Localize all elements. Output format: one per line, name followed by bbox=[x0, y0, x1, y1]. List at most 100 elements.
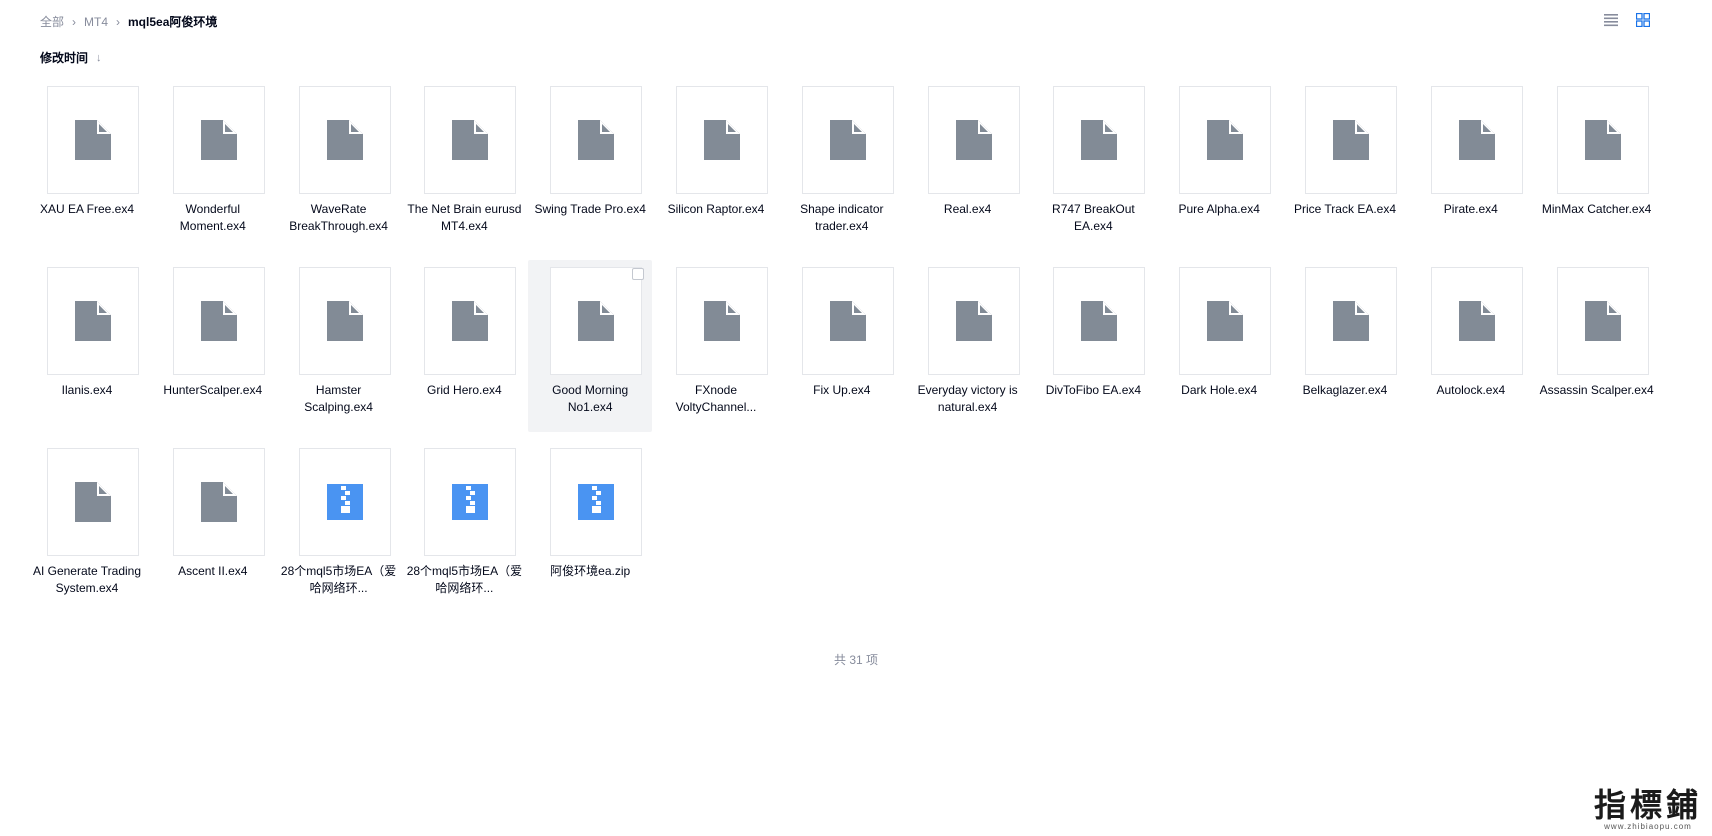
file-icon bbox=[75, 301, 111, 341]
file-name: AI Generate Trading System.ex4 bbox=[32, 564, 142, 595]
file-item[interactable]: Pure Alpha.ex4 bbox=[1157, 79, 1281, 251]
file-name: 28个mql5市场EA（爱哈网络环... bbox=[280, 564, 397, 595]
file-item[interactable]: 28个mql5市场EA（爱哈网络环... bbox=[402, 441, 526, 613]
file-icon bbox=[955, 301, 992, 341]
file-name: 阿俊环境ea.zip bbox=[550, 564, 631, 578]
file-item[interactable]: 28个mql5市场EA（爱哈网络环... bbox=[277, 441, 401, 613]
file-thumbnail bbox=[47, 448, 139, 556]
file-thumbnail bbox=[1305, 86, 1397, 194]
file-thumbnail bbox=[1053, 86, 1146, 194]
file-name: Pure Alpha.ex4 bbox=[1178, 202, 1260, 216]
file-thumbnail bbox=[298, 267, 391, 375]
file-thumbnail bbox=[1430, 267, 1523, 375]
file-icon bbox=[452, 120, 489, 160]
file-name: FXnode VoltyChannel... bbox=[675, 383, 757, 414]
watermark-logo: 指標鋪 www.zhibiaopu.com bbox=[1594, 788, 1702, 831]
file-item[interactable]: Belkaglazer.ex4 bbox=[1283, 260, 1407, 432]
file-item[interactable]: Ascent II.ex4 bbox=[151, 441, 275, 613]
file-item[interactable]: Swing Trade Pro.ex4 bbox=[528, 79, 652, 251]
file-item[interactable]: FXnode VoltyChannel... bbox=[654, 260, 778, 432]
file-name: XAU EA Free.ex4 bbox=[39, 202, 135, 216]
file-item[interactable]: AI Generate Trading System.ex4 bbox=[25, 441, 149, 613]
file-name: Assassin Scalper.ex4 bbox=[1539, 383, 1654, 397]
file-thumbnail bbox=[298, 448, 391, 556]
file-name: Hamster Scalping.ex4 bbox=[304, 383, 373, 414]
file-name: Price Track EA.ex4 bbox=[1293, 202, 1397, 216]
file-item[interactable]: Grid Hero.ex4 bbox=[402, 260, 526, 432]
file-icon bbox=[1333, 301, 1369, 341]
select-checkbox[interactable] bbox=[632, 268, 645, 280]
file-icon bbox=[1207, 301, 1244, 341]
file-name: Dark Hole.ex4 bbox=[1181, 383, 1258, 397]
file-item[interactable]: Wonderful Moment.ex4 bbox=[151, 79, 275, 251]
file-name: Real.ex4 bbox=[943, 202, 992, 216]
file-name: Ascent II.ex4 bbox=[178, 564, 248, 578]
file-item[interactable]: Assassin Scalper.ex4 bbox=[1535, 260, 1659, 432]
file-name: Everyday victory is natural.ex4 bbox=[917, 383, 1018, 414]
file-icon bbox=[1458, 301, 1495, 341]
file-item[interactable]: Price Track EA.ex4 bbox=[1283, 79, 1407, 251]
file-item[interactable]: The Net Brain eurusd MT4.ex4 bbox=[402, 79, 526, 251]
file-thumbnail bbox=[676, 86, 768, 194]
file-item[interactable]: WaveRate BreakThrough.ex4 bbox=[277, 79, 401, 251]
file-item[interactable]: 阿俊环境ea.zip bbox=[528, 441, 652, 613]
file-thumbnail bbox=[1556, 267, 1649, 375]
file-icon bbox=[1081, 120, 1118, 160]
file-icon bbox=[200, 482, 237, 522]
file-item[interactable]: Real.ex4 bbox=[906, 79, 1030, 251]
file-icon bbox=[326, 120, 363, 160]
file-icon bbox=[578, 301, 615, 341]
file-icon bbox=[955, 120, 992, 160]
file-icon bbox=[1207, 120, 1244, 160]
file-name: 28个mql5市场EA（爱哈网络环... bbox=[406, 564, 523, 595]
file-thumbnail bbox=[1179, 267, 1272, 375]
file-name: Autolock.ex4 bbox=[1436, 383, 1506, 397]
file-thumbnail bbox=[1179, 86, 1272, 194]
zip-file-icon bbox=[452, 484, 489, 520]
file-item[interactable]: Fix Up.ex4 bbox=[780, 260, 904, 432]
watermark-url: www.zhibiaopu.com bbox=[1604, 822, 1692, 831]
file-item[interactable]: Good Morning No1.ex4 bbox=[528, 260, 653, 432]
file-item[interactable]: Ilanis.ex4 bbox=[25, 260, 149, 432]
file-item[interactable]: R747 BreakOut EA.ex4 bbox=[1031, 79, 1155, 251]
file-item[interactable]: MinMax Catcher.ex4 bbox=[1535, 79, 1659, 251]
file-grid: XAU EA Free.ex4 Wonderful Moment.ex4 WaveR… bbox=[0, 0, 1712, 836]
file-item[interactable]: Dark Hole.ex4 bbox=[1157, 260, 1281, 432]
file-thumbnail bbox=[1430, 86, 1523, 194]
file-thumbnail bbox=[424, 448, 517, 556]
file-item[interactable]: Shape indicator trader.ex4 bbox=[780, 79, 904, 251]
file-icon bbox=[200, 120, 237, 160]
file-item[interactable]: Hamster Scalping.ex4 bbox=[277, 260, 401, 432]
file-item[interactable]: Pirate.ex4 bbox=[1409, 79, 1533, 251]
file-name: MinMax Catcher.ex4 bbox=[1541, 202, 1652, 216]
file-icon bbox=[200, 301, 237, 341]
file-item[interactable]: HunterScalper.ex4 bbox=[151, 260, 275, 432]
item-count: 共 31 项 bbox=[833, 653, 879, 667]
file-thumbnail bbox=[172, 86, 265, 194]
file-thumbnail bbox=[927, 86, 1020, 194]
file-icon bbox=[1584, 301, 1621, 341]
file-thumbnail bbox=[47, 267, 139, 375]
file-name: Swing Trade Pro.ex4 bbox=[534, 202, 646, 216]
file-thumbnail bbox=[1053, 267, 1146, 375]
file-name: HunterScalper.ex4 bbox=[163, 383, 263, 397]
file-thumbnail bbox=[1305, 267, 1397, 375]
file-item[interactable]: Silicon Raptor.ex4 bbox=[654, 79, 778, 251]
file-thumbnail bbox=[927, 267, 1020, 375]
file-thumbnail bbox=[550, 86, 643, 194]
file-icon bbox=[704, 120, 740, 160]
file-icon bbox=[704, 301, 740, 341]
file-icon bbox=[1081, 301, 1118, 341]
file-thumbnail bbox=[676, 267, 768, 375]
file-item[interactable]: DivToFibo EA.ex4 bbox=[1031, 260, 1155, 432]
file-name: R747 BreakOut EA.ex4 bbox=[1052, 202, 1135, 233]
file-item[interactable]: Autolock.ex4 bbox=[1409, 260, 1533, 432]
file-thumbnail bbox=[424, 267, 517, 375]
file-name: Ilanis.ex4 bbox=[61, 383, 113, 397]
file-item[interactable]: Everyday victory is natural.ex4 bbox=[906, 260, 1030, 432]
file-icon bbox=[829, 301, 866, 341]
file-item[interactable]: XAU EA Free.ex4 bbox=[25, 79, 149, 251]
zip-file-icon bbox=[578, 484, 615, 520]
file-thumbnail bbox=[424, 86, 517, 194]
file-icon bbox=[1333, 120, 1369, 160]
